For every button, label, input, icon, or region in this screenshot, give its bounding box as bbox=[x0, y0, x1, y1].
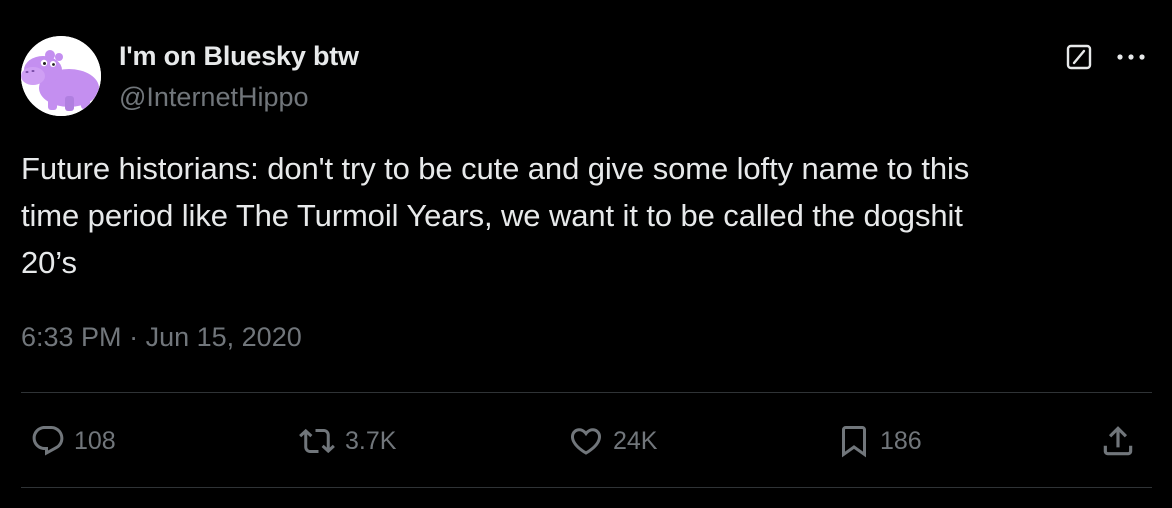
purple-hippo-avatar-icon bbox=[21, 36, 101, 116]
bookmark-count: 186 bbox=[880, 426, 922, 455]
tweet-time[interactable]: 6:33 PM bbox=[21, 322, 122, 352]
user-handle[interactable]: @InternetHippo bbox=[119, 82, 309, 113]
bookmark-icon bbox=[842, 426, 866, 458]
like-button[interactable]: 24K bbox=[567, 419, 657, 463]
tweet-date[interactable]: Jun 15, 2020 bbox=[146, 322, 302, 352]
share-icon bbox=[1103, 426, 1133, 456]
grok-icon bbox=[1066, 44, 1092, 70]
display-name[interactable]: I'm on Bluesky btw bbox=[119, 41, 359, 72]
retweet-icon bbox=[299, 428, 335, 454]
bookmark-button[interactable]: 186 bbox=[836, 419, 922, 463]
meta-separator: · bbox=[129, 322, 139, 352]
reply-icon bbox=[32, 426, 64, 456]
reply-button[interactable]: 108 bbox=[30, 419, 116, 463]
retweet-button[interactable]: 3.7K bbox=[297, 419, 396, 463]
avatar[interactable] bbox=[21, 36, 101, 116]
retweet-count: 3.7K bbox=[345, 426, 397, 455]
divider bbox=[21, 392, 1152, 393]
grok-button[interactable] bbox=[1064, 42, 1094, 72]
share-button[interactable] bbox=[1099, 419, 1137, 463]
tweet-text: Future historians: don't try to be cute … bbox=[21, 151, 970, 280]
tweet: I'm on Bluesky btw @InternetHippo Future… bbox=[0, 0, 1172, 508]
more-options-icon bbox=[1117, 54, 1145, 60]
tweet-timestamp: 6:33 PM · Jun 15, 2020 bbox=[21, 322, 302, 353]
divider bbox=[21, 487, 1152, 488]
more-options-button[interactable] bbox=[1112, 42, 1150, 72]
like-count: 24K bbox=[613, 426, 658, 455]
heart-icon bbox=[570, 428, 602, 455]
reply-count: 108 bbox=[74, 426, 116, 455]
